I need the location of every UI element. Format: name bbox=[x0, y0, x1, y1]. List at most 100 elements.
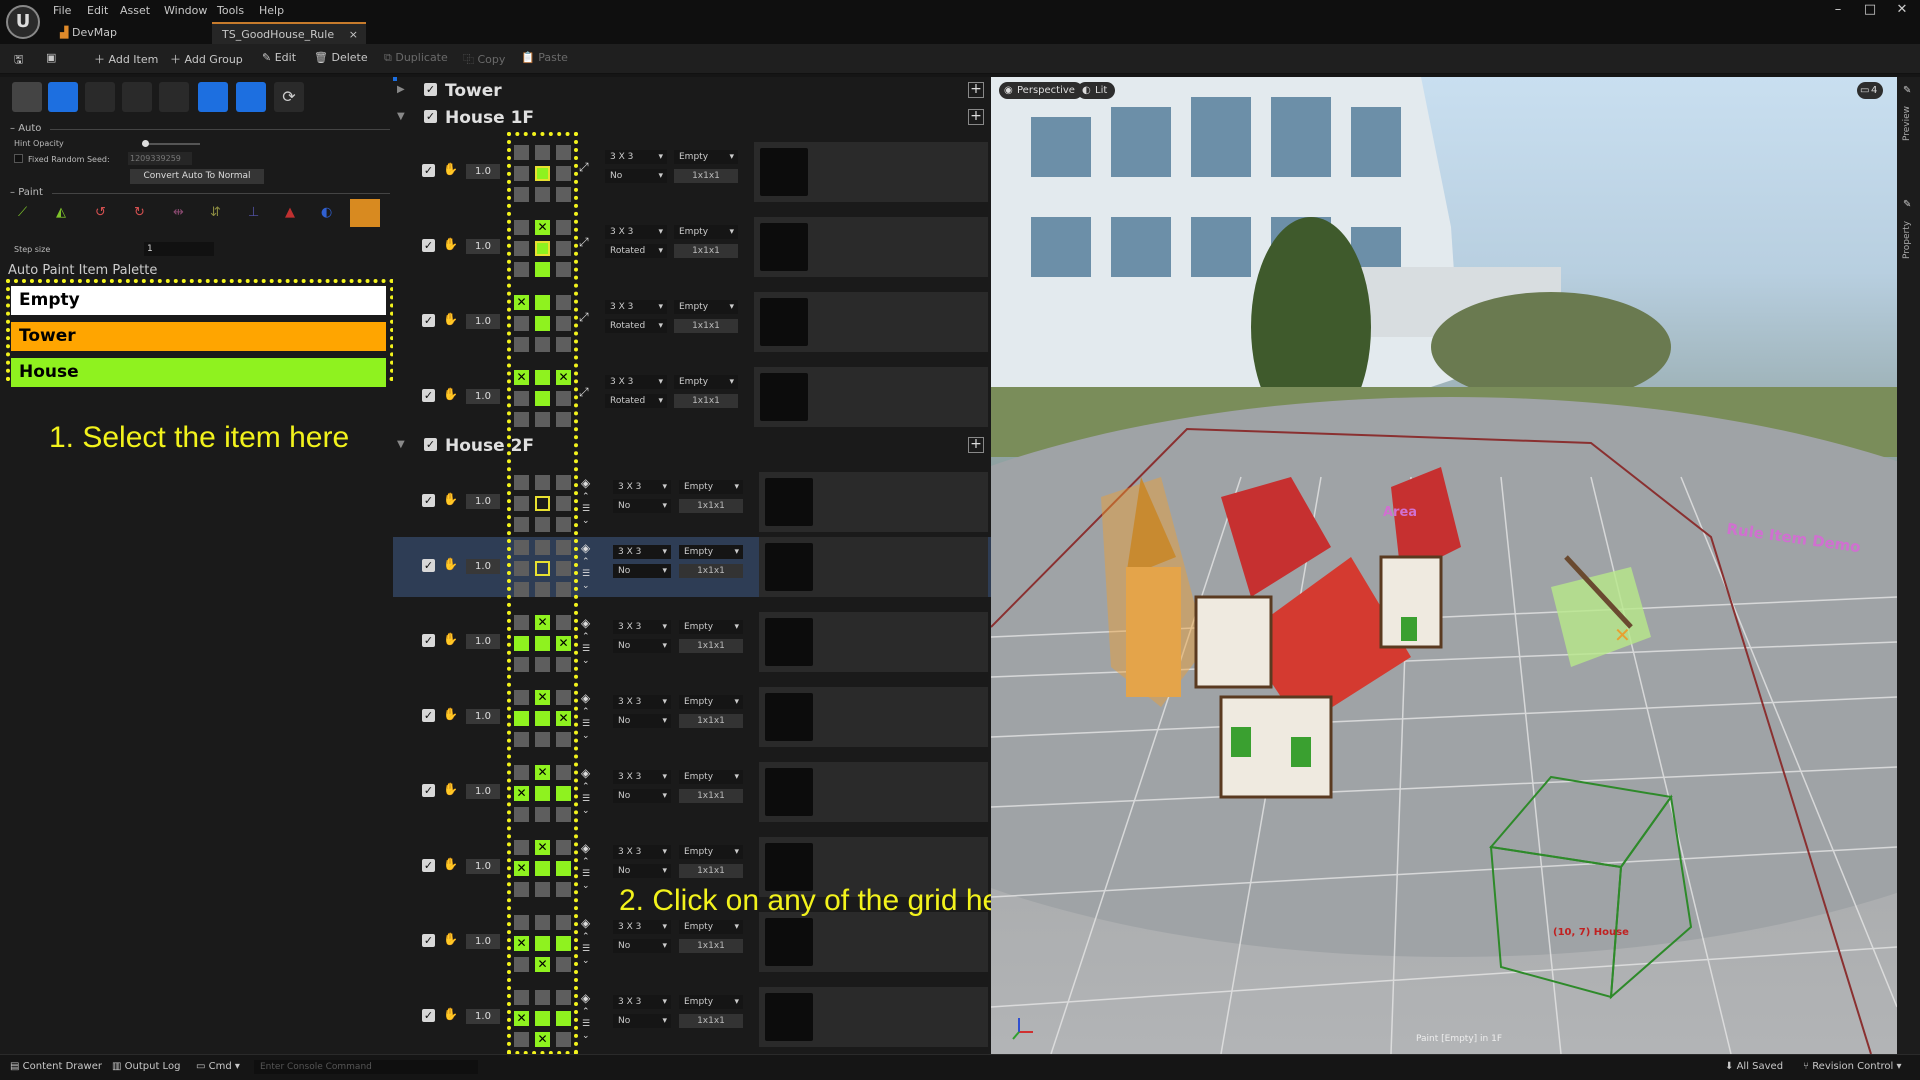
layers-icon[interactable]: ◈ bbox=[581, 476, 590, 490]
asset-slot[interactable] bbox=[759, 987, 988, 1047]
rule-row[interactable]: ✓✋1.0✕✕◈⌃☰⌄3 X 3EmptyNo1x1x1 bbox=[393, 987, 991, 1047]
rule-enabled-checkbox[interactable]: ✓ bbox=[422, 1009, 435, 1022]
grid-size-dropdown[interactable]: 3 X 3 bbox=[613, 995, 671, 1009]
move-down-icon[interactable]: ⌄ bbox=[582, 1031, 590, 1041]
grid-size-dropdown[interactable]: 3 X 3 bbox=[605, 150, 667, 164]
fill-dropdown[interactable]: Empty bbox=[679, 620, 743, 634]
visibility-icon[interactable]: ✋ bbox=[443, 312, 458, 326]
flip-x-icon[interactable]: ⇹ bbox=[173, 205, 189, 221]
group-tower-checkbox[interactable]: ✓ bbox=[424, 83, 437, 96]
reorder-icon[interactable]: ☰ bbox=[582, 1019, 590, 1029]
reorder-icon[interactable]: ☰ bbox=[582, 644, 590, 654]
move-down-icon[interactable]: ⌄ bbox=[582, 656, 590, 666]
rule-weight-field[interactable]: 1.0 bbox=[466, 164, 500, 179]
menu-asset[interactable]: Asset bbox=[120, 4, 150, 17]
asset-slot[interactable] bbox=[759, 687, 988, 747]
layers-icon[interactable]: ◈ bbox=[581, 541, 590, 555]
pencil-fill-icon[interactable]: ◭ bbox=[56, 205, 72, 221]
palette-item-tower[interactable]: Tower bbox=[11, 322, 386, 351]
rotation-mode-icon[interactable]: ⤢ bbox=[579, 310, 589, 325]
rule-enabled-checkbox[interactable]: ✓ bbox=[422, 634, 435, 647]
visibility-icon[interactable]: ✋ bbox=[443, 632, 458, 646]
palette-item-empty[interactable]: Empty bbox=[11, 286, 386, 315]
size-field[interactable]: 1x1x1 bbox=[674, 394, 738, 408]
move-down-icon[interactable]: ⌄ bbox=[582, 881, 590, 891]
move-up-icon[interactable]: ⌃ bbox=[582, 932, 590, 942]
fill-dropdown[interactable]: Empty bbox=[674, 300, 738, 314]
menu-window[interactable]: Window bbox=[164, 4, 207, 17]
rule-row[interactable]: ✓✋1.0✕✕⤢3 X 3EmptyRotated1x1x1 bbox=[393, 367, 991, 427]
move-up-icon[interactable]: ⌃ bbox=[582, 492, 590, 502]
rule-enabled-checkbox[interactable]: ✓ bbox=[422, 934, 435, 947]
rule-weight-field[interactable]: 1.0 bbox=[466, 859, 500, 874]
grid-size-dropdown[interactable]: 3 X 3 bbox=[613, 770, 671, 784]
fixed-seed-input[interactable]: 1209339259 bbox=[128, 152, 192, 165]
asset-slot[interactable] bbox=[754, 292, 988, 352]
layers-icon[interactable]: ◈ bbox=[581, 691, 590, 705]
rule-row[interactable]: ✓✋1.0✕✕◈⌃☰⌄3 X 3EmptyNo1x1x1 bbox=[393, 762, 991, 822]
asset-slot[interactable] bbox=[759, 537, 988, 597]
move-up-icon[interactable]: ⌃ bbox=[582, 857, 590, 867]
edit-button[interactable]: ✎ Edit bbox=[262, 51, 296, 64]
add-item-to-group-button[interactable]: + bbox=[968, 109, 984, 125]
size-field[interactable]: 1x1x1 bbox=[679, 939, 743, 953]
reorder-icon[interactable]: ☰ bbox=[582, 794, 590, 804]
size-field[interactable]: 1x1x1 bbox=[674, 169, 738, 183]
rule-weight-field[interactable]: 1.0 bbox=[466, 314, 500, 329]
rule-enabled-checkbox[interactable]: ✓ bbox=[422, 559, 435, 572]
menu-tools[interactable]: Tools bbox=[217, 4, 244, 17]
rotation-dropdown[interactable]: No bbox=[613, 789, 671, 803]
visibility-icon[interactable]: ✋ bbox=[443, 857, 458, 871]
fill-dropdown[interactable]: Empty bbox=[679, 995, 743, 1009]
menu-edit[interactable]: Edit bbox=[87, 4, 108, 17]
asset-slot[interactable] bbox=[759, 472, 988, 532]
rule-row[interactable]: ✓✋1.0✕✕◈⌃☰⌄3 X 3EmptyNo1x1x1 bbox=[393, 912, 991, 972]
add-item-to-group-button[interactable]: + bbox=[968, 437, 984, 453]
palette-item-house[interactable]: House bbox=[11, 358, 386, 387]
rule-row[interactable]: ✓ ✋ 1.0 ◈ ⌃ ☰ ⌄ 3 X 3 Empty No 1x1x1 bbox=[393, 472, 991, 532]
move-down-icon[interactable]: ⌄ bbox=[582, 731, 590, 741]
move-up-icon[interactable]: ⌃ bbox=[582, 707, 590, 717]
layers-icon[interactable]: ◈ bbox=[581, 841, 590, 855]
fill-dropdown[interactable]: Empty bbox=[679, 480, 743, 494]
move-down-icon[interactable]: ⌄ bbox=[582, 581, 590, 591]
rule-row[interactable]: ✓✋1.0✕⤢3 X 3EmptyRotated1x1x1 bbox=[393, 292, 991, 352]
reorder-icon[interactable]: ☰ bbox=[582, 569, 590, 579]
brush-icon[interactable]: ⟋ bbox=[18, 205, 34, 221]
asset-slot[interactable] bbox=[759, 762, 988, 822]
move-up-icon[interactable]: ⌃ bbox=[582, 782, 590, 792]
grid-size-dropdown[interactable]: 3 X 3 bbox=[613, 545, 671, 559]
browse-icon[interactable]: ▣ bbox=[46, 51, 56, 64]
group-house1f-checkbox[interactable]: ✓ bbox=[424, 110, 437, 123]
rule-weight-field[interactable]: 1.0 bbox=[466, 559, 500, 574]
fill-dropdown[interactable]: Empty bbox=[679, 770, 743, 784]
rule-enabled-checkbox[interactable]: ✓ bbox=[422, 164, 435, 177]
eyedropper-tool-icon[interactable] bbox=[159, 82, 189, 112]
layers-icon[interactable]: ◈ bbox=[581, 766, 590, 780]
visibility-icon[interactable]: ✋ bbox=[443, 557, 458, 571]
fill-dropdown[interactable]: Empty bbox=[679, 845, 743, 859]
rule-weight-field[interactable]: 1.0 bbox=[466, 709, 500, 724]
collapse-arrow-icon[interactable]: ▶ bbox=[397, 84, 405, 95]
paint-tool-icon[interactable] bbox=[48, 82, 78, 112]
size-field[interactable]: 1x1x1 bbox=[679, 789, 743, 803]
fixed-seed-checkbox[interactable] bbox=[14, 154, 23, 163]
lit-button[interactable]: ◐ Lit bbox=[1077, 82, 1116, 99]
move-up-icon[interactable]: ⌃ bbox=[582, 632, 590, 642]
copy-button[interactable]: ⿻ Copy bbox=[463, 51, 505, 67]
visibility-icon[interactable]: ✋ bbox=[443, 932, 458, 946]
asset-slot[interactable] bbox=[754, 217, 988, 277]
move-down-icon[interactable]: ⌄ bbox=[582, 516, 590, 526]
reorder-icon[interactable]: ☰ bbox=[582, 504, 590, 514]
move-up-icon[interactable]: ⌃ bbox=[582, 1007, 590, 1017]
size-field[interactable]: 1x1x1 bbox=[674, 244, 738, 258]
grid-size-dropdown[interactable]: 3 X 3 bbox=[605, 225, 667, 239]
rotation-dropdown[interactable]: No bbox=[613, 639, 671, 653]
rule-weight-field[interactable]: 1.0 bbox=[466, 634, 500, 649]
visibility-icon[interactable]: ✋ bbox=[443, 387, 458, 401]
rule-enabled-checkbox[interactable]: ✓ bbox=[422, 494, 435, 507]
reorder-icon[interactable]: ☰ bbox=[582, 869, 590, 879]
fill-dropdown[interactable]: Empty bbox=[674, 375, 738, 389]
fill-dropdown[interactable]: Empty bbox=[679, 695, 743, 709]
layers-icon[interactable]: ◈ bbox=[581, 616, 590, 630]
